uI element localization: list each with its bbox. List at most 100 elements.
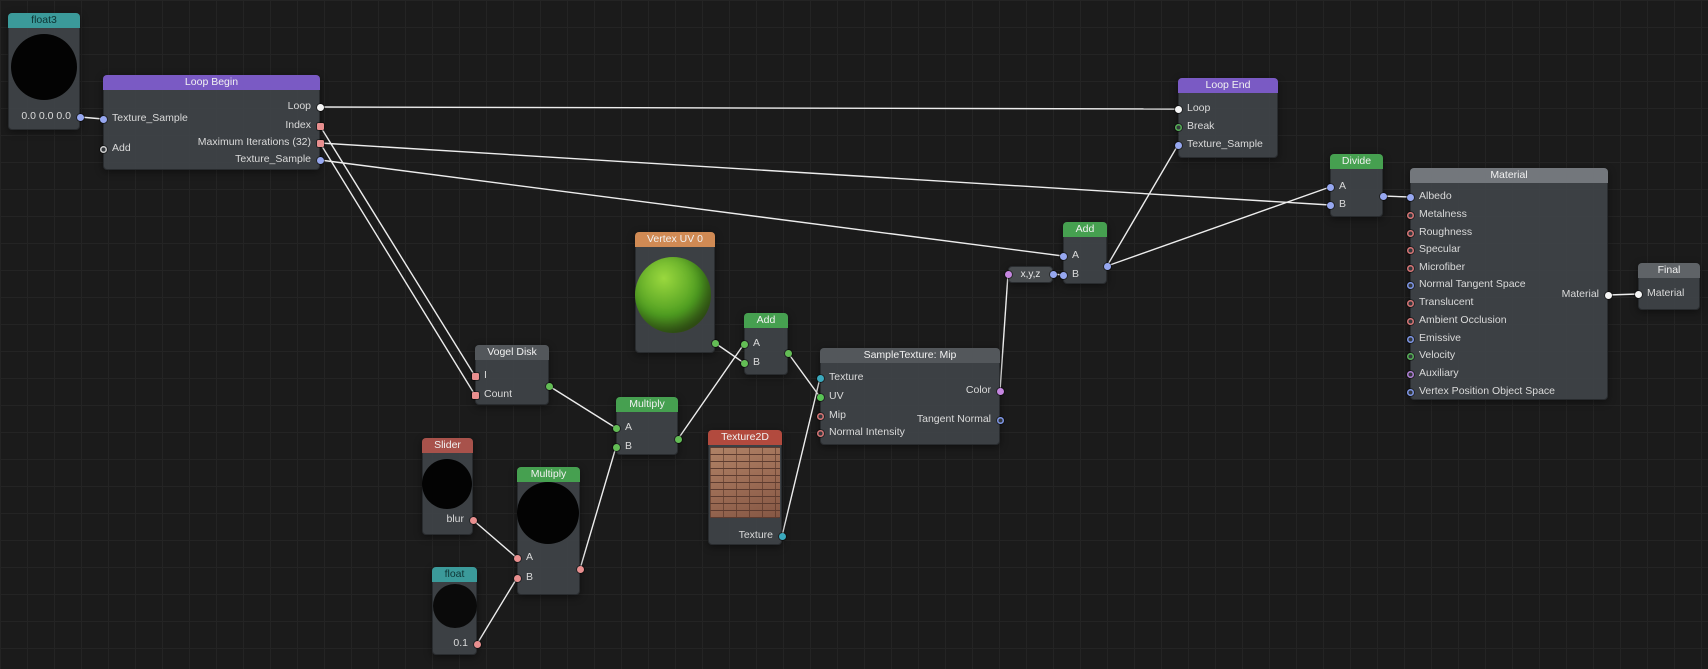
- node-add2[interactable]: Add: [1063, 222, 1107, 284]
- port-divide-out[interactable]: [1380, 193, 1387, 200]
- node-loop_end[interactable]: Loop End: [1178, 78, 1278, 158]
- port-sample_texture-texture[interactable]: [817, 375, 824, 382]
- port-material-vertex_position_object_space[interactable]: [1407, 389, 1414, 396]
- port-material-auxiliary[interactable]: [1407, 371, 1414, 378]
- node-multiply1[interactable]: Multiply: [616, 397, 678, 455]
- preview-brick-texture: [710, 447, 780, 518]
- port-sample_texture-normal_intensity[interactable]: [817, 430, 824, 437]
- port-loop_end-loop[interactable]: [1175, 106, 1182, 113]
- port-add1-b[interactable]: [741, 360, 748, 367]
- node-header-material[interactable]: Material: [1410, 168, 1608, 183]
- edge-add2.out-loop_end.texture_sample[interactable]: [1107, 145, 1178, 266]
- node-vogel[interactable]: Vogel Disk: [475, 345, 549, 405]
- port-loop_begin-index[interactable]: [317, 123, 324, 130]
- port-multiply1-a[interactable]: [613, 425, 620, 432]
- port-vogel-out[interactable]: [546, 383, 553, 390]
- port-divide-b[interactable]: [1327, 202, 1334, 209]
- node-sample_texture[interactable]: SampleTexture: Mip: [820, 348, 1000, 445]
- port-final-material[interactable]: [1635, 291, 1642, 298]
- port-material-material_out[interactable]: [1605, 292, 1612, 299]
- node-title-xyz: x,y,z: [1009, 267, 1052, 282]
- port-vertex_uv-out[interactable]: [712, 340, 719, 347]
- port-add2-b[interactable]: [1060, 272, 1067, 279]
- port-loop_end-texture_sample[interactable]: [1175, 142, 1182, 149]
- node-header-float1[interactable]: float: [432, 567, 477, 582]
- node-header-divide[interactable]: Divide: [1330, 154, 1383, 169]
- port-add1-a[interactable]: [741, 341, 748, 348]
- port-material-translucent[interactable]: [1407, 300, 1414, 307]
- node-header-loop_begin[interactable]: Loop Begin: [103, 75, 320, 90]
- preview-value-disc: [517, 482, 579, 544]
- port-vogel-count[interactable]: [472, 392, 479, 399]
- edge-divide.out-material.albedo[interactable]: [1383, 196, 1410, 197]
- port-loop_begin-max_iter[interactable]: [317, 140, 324, 147]
- port-sample_texture-tangent_normal[interactable]: [997, 417, 1004, 424]
- node-header-slider[interactable]: Slider: [422, 438, 473, 453]
- node-header-multiply1[interactable]: Multiply: [616, 397, 678, 412]
- edge-loop_begin.loop-loop_end.loop[interactable]: [320, 107, 1178, 109]
- edge-texture2d.texture-sample_texture.texture[interactable]: [782, 378, 820, 536]
- port-slider-blur[interactable]: [470, 517, 477, 524]
- port-multiply1-b[interactable]: [613, 444, 620, 451]
- node-header-texture2d[interactable]: Texture2D: [708, 430, 782, 445]
- node-final[interactable]: Final: [1638, 263, 1700, 310]
- port-add2-a[interactable]: [1060, 253, 1067, 260]
- port-multiply2-a[interactable]: [514, 555, 521, 562]
- node-divide[interactable]: Divide: [1330, 154, 1383, 217]
- edge-slider.blur-multiply2.a[interactable]: [473, 520, 517, 558]
- port-add1-out[interactable]: [785, 350, 792, 357]
- port-float3-out[interactable]: [77, 114, 84, 121]
- port-xyz-in[interactable]: [1005, 271, 1012, 278]
- port-material-metalness[interactable]: [1407, 212, 1414, 219]
- node-header-loop_end[interactable]: Loop End: [1178, 78, 1278, 93]
- port-material-albedo[interactable]: [1407, 194, 1414, 201]
- node-header-final[interactable]: Final: [1638, 263, 1700, 278]
- node-header-vertex_uv[interactable]: Vertex UV 0: [635, 232, 715, 247]
- port-loop_begin-texture_sample_in[interactable]: [100, 116, 107, 123]
- port-sample_texture-color[interactable]: [997, 388, 1004, 395]
- edge-vertex_uv.out-add1.b[interactable]: [715, 343, 744, 363]
- edge-sample_texture.color-xyz.in[interactable]: [1000, 274, 1008, 391]
- port-texture2d-texture[interactable]: [779, 533, 786, 540]
- node-header-vogel[interactable]: Vogel Disk: [475, 345, 549, 360]
- node-loop_begin[interactable]: Loop Begin: [103, 75, 320, 170]
- node-add1[interactable]: Add: [744, 313, 788, 375]
- port-loop_begin-add[interactable]: [100, 146, 107, 153]
- port-sample_texture-mip[interactable]: [817, 413, 824, 420]
- port-material-roughness[interactable]: [1407, 230, 1414, 237]
- port-material-normal_tangent_space[interactable]: [1407, 282, 1414, 289]
- edge-loop_begin.max_iter-vogel.count[interactable]: [320, 143, 475, 395]
- port-loop_end-break[interactable]: [1175, 124, 1182, 131]
- port-xyz-out[interactable]: [1050, 271, 1057, 278]
- node-graph-canvas[interactable]: float30.0 0.0 0.0Loop BeginTexture_Sampl…: [0, 0, 1708, 669]
- node-header-add2[interactable]: Add: [1063, 222, 1107, 237]
- port-material-velocity[interactable]: [1407, 353, 1414, 360]
- node-material[interactable]: Material: [1410, 168, 1608, 400]
- edge-multiply1.out-add1.a[interactable]: [678, 344, 744, 439]
- port-vogel-i[interactable]: [472, 373, 479, 380]
- edge-float1.out-multiply2.b[interactable]: [477, 578, 517, 644]
- edge-vogel.out-multiply1.a[interactable]: [549, 386, 616, 428]
- port-float1-out[interactable]: [474, 641, 481, 648]
- port-multiply1-out[interactable]: [675, 436, 682, 443]
- port-material-specular[interactable]: [1407, 247, 1414, 254]
- port-sample_texture-uv[interactable]: [817, 394, 824, 401]
- edge-multiply2.out-multiply1.b[interactable]: [580, 447, 616, 569]
- port-loop_begin-loop[interactable]: [317, 104, 324, 111]
- port-material-ambient_occlusion[interactable]: [1407, 318, 1414, 325]
- port-loop_begin-texture_sample_out[interactable]: [317, 157, 324, 164]
- port-multiply2-out[interactable]: [577, 566, 584, 573]
- edge-add1.out-sample_texture.uv[interactable]: [788, 353, 820, 397]
- node-xyz[interactable]: x,y,z: [1008, 266, 1053, 283]
- port-multiply2-b[interactable]: [514, 575, 521, 582]
- port-material-emissive[interactable]: [1407, 336, 1414, 343]
- port-divide-a[interactable]: [1327, 184, 1334, 191]
- port-material-microfiber[interactable]: [1407, 265, 1414, 272]
- node-header-sample_texture[interactable]: SampleTexture: Mip: [820, 348, 1000, 363]
- preview-value-disc: [433, 584, 477, 628]
- node-header-multiply2[interactable]: Multiply: [517, 467, 580, 482]
- node-header-add1[interactable]: Add: [744, 313, 788, 328]
- edge-material.material_out-final.material[interactable]: [1608, 294, 1638, 295]
- port-add2-out[interactable]: [1104, 263, 1111, 270]
- node-header-float3[interactable]: float3: [8, 13, 80, 28]
